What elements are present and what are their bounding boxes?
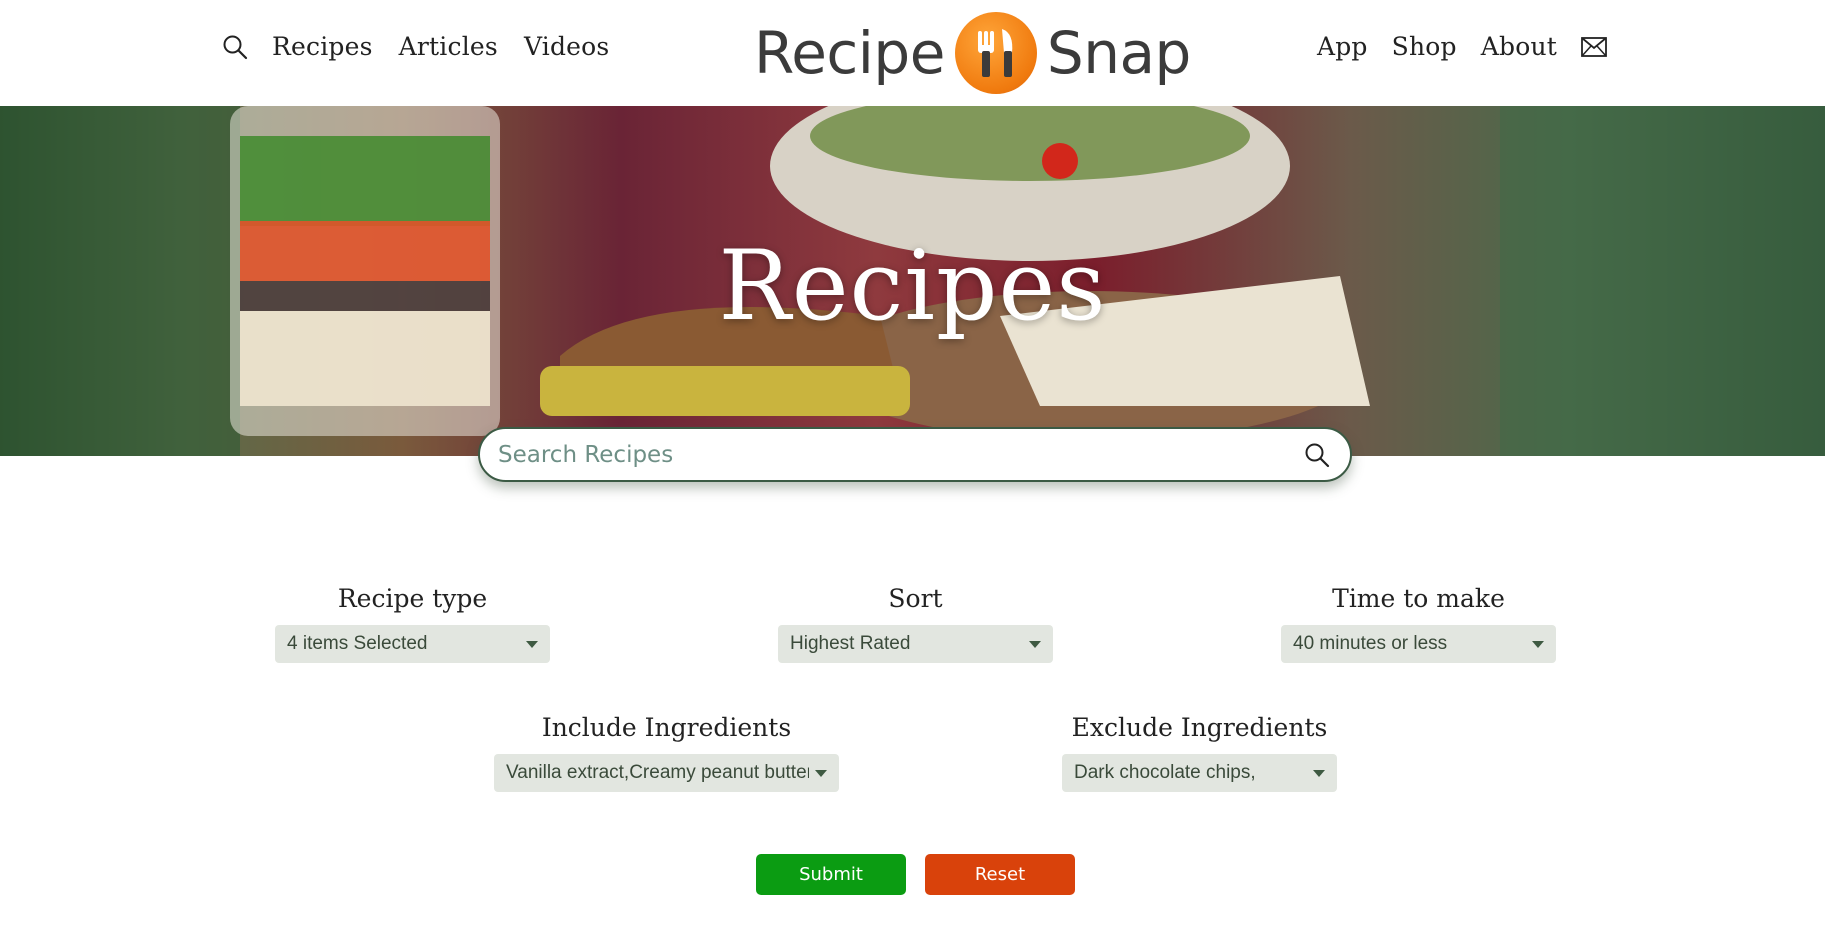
caret-down-icon [526, 640, 538, 648]
filter-label: Sort [888, 584, 943, 613]
select-value: Highest Rated [790, 633, 911, 654]
site-header: Recipes Articles Videos Recipe Snap App … [0, 0, 1825, 106]
page-title: Recipes [718, 230, 1107, 342]
exclude-ingredients-select[interactable]: Dark chocolate chips, [1062, 754, 1337, 792]
select-value: 40 minutes or less [1293, 633, 1448, 654]
time-select[interactable]: 40 minutes or less [1281, 625, 1556, 663]
nav-shop[interactable]: Shop [1392, 32, 1457, 61]
filter-include: Include Ingredients Vanilla extract,Crea… [494, 713, 839, 792]
filter-label: Time to make [1332, 584, 1505, 613]
nav-about[interactable]: About [1481, 32, 1557, 61]
search-input[interactable] [498, 441, 1304, 468]
filter-label: Include Ingredients [541, 713, 792, 742]
caret-down-icon [815, 769, 827, 777]
nav-recipes[interactable]: Recipes [272, 32, 373, 61]
select-value: 4 items Selected [287, 633, 428, 654]
filter-sort: Sort Highest Rated [778, 584, 1053, 663]
fork-knife-icon [954, 12, 1037, 94]
nav-left: Recipes Articles Videos [222, 32, 635, 61]
reset-button[interactable]: Reset [925, 854, 1075, 895]
search-icon[interactable] [1304, 441, 1332, 469]
search-icon[interactable] [222, 33, 250, 61]
nav-videos[interactable]: Videos [524, 32, 610, 61]
nav-articles[interactable]: Articles [399, 32, 498, 61]
caret-down-icon [1532, 640, 1544, 648]
include-ingredients-select[interactable]: Vanilla extract,Creamy peanut butter, [494, 754, 839, 792]
select-value: Dark chocolate chips, [1074, 762, 1256, 783]
filter-time: Time to make 40 minutes or less [1281, 584, 1556, 663]
caret-down-icon [1029, 640, 1041, 648]
filter-recipe-type: Recipe type 4 items Selected [275, 584, 550, 663]
hero-banner: Recipes [0, 106, 1825, 456]
nav-right: App Shop About [1293, 32, 1609, 61]
nav-app[interactable]: App [1317, 32, 1368, 61]
sort-select[interactable]: Highest Rated [778, 625, 1053, 663]
mail-icon[interactable] [1581, 33, 1609, 61]
search-bar [478, 427, 1352, 482]
logo-word-snap: Snap [1046, 19, 1191, 87]
site-logo[interactable]: Recipe Snap [754, 10, 1191, 96]
submit-button[interactable]: Submit [756, 854, 906, 895]
select-value: Vanilla extract,Creamy peanut butter, [506, 762, 809, 783]
caret-down-icon [1313, 769, 1325, 777]
logo-word-recipe: Recipe [754, 19, 945, 87]
filter-label: Exclude Ingredients [1071, 713, 1328, 742]
filter-label: Recipe type [337, 584, 488, 613]
filter-exclude: Exclude Ingredients Dark chocolate chips… [1062, 713, 1337, 792]
recipe-type-select[interactable]: 4 items Selected [275, 625, 550, 663]
